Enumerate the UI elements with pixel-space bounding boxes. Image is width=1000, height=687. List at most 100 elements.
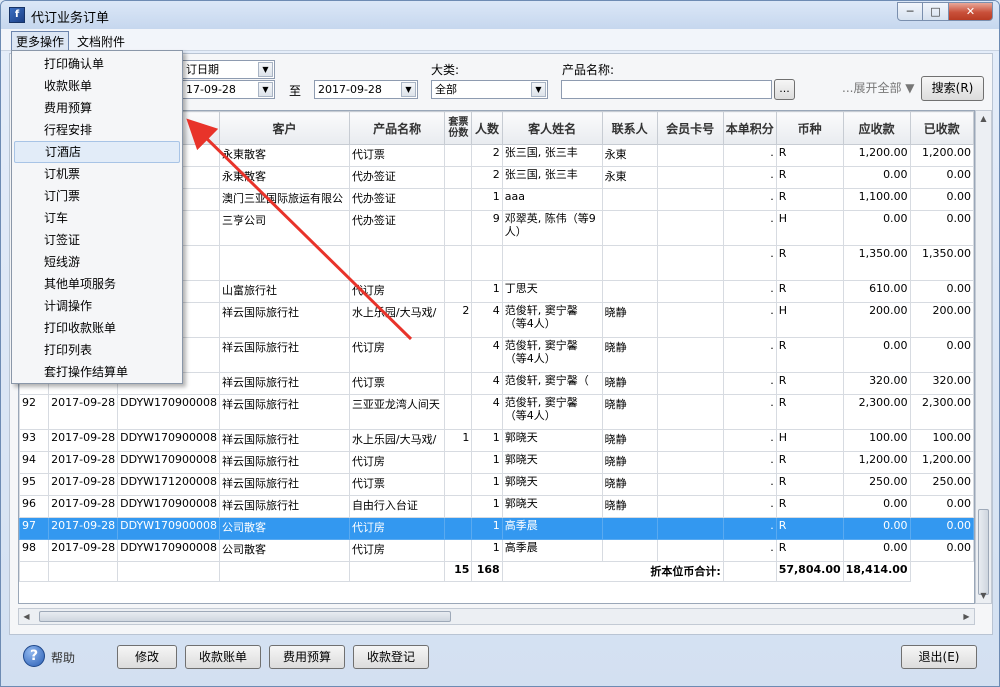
cell-due: 1,200.00 [842, 144, 911, 167]
menu-more-operations[interactable]: 更多操作 [11, 31, 70, 52]
col-header-sets[interactable]: 套票份数 [444, 111, 473, 145]
menu-item[interactable]: 订车 [12, 207, 182, 229]
date-type-select[interactable]: 订日期 ▼ [182, 60, 275, 79]
horizontal-scroll-thumb[interactable] [39, 611, 451, 622]
date-to-picker[interactable]: 2017-09-28 ▼ [314, 80, 418, 99]
search-button[interactable]: 搜索(R) [921, 76, 984, 101]
menu-item[interactable]: 订酒店 [14, 141, 180, 163]
col-header-customer[interactable]: 客户 [219, 111, 350, 145]
receipt-bill-button[interactable]: 收款账单 [185, 645, 261, 669]
menu-item[interactable]: 订门票 [12, 185, 182, 207]
bottom-toolbar: ? 帮助 修改 收款账单 费用预算 收款登记 退出(E) [1, 637, 999, 686]
vertical-scrollbar[interactable]: ▲ ▼ [975, 110, 992, 604]
col-header-product[interactable]: 产品名称 [348, 111, 446, 145]
col-header-due[interactable]: 应收款 [842, 111, 911, 145]
edit-button[interactable]: 修改 [117, 645, 177, 669]
col-header-points[interactable]: 本单积分 [722, 111, 777, 145]
cost-budget-button[interactable]: 费用预算 [269, 645, 345, 669]
cell-currency: R [775, 166, 844, 189]
cell-sets [444, 280, 473, 303]
horizontal-scrollbar[interactable]: ◀ ▶ [18, 608, 975, 625]
col-header-people[interactable]: 人数 [471, 111, 503, 145]
vertical-scroll-thumb[interactable] [978, 509, 989, 595]
cell-contact: 晓静 [601, 495, 658, 518]
menu-item[interactable]: 费用预算 [12, 97, 182, 119]
cell-points: . [722, 429, 777, 452]
cell-order-no: DDYW170900008 [117, 539, 221, 562]
col-header-guests[interactable]: 客人姓名 [501, 111, 603, 145]
menu-item[interactable]: 套打操作结算单 [12, 361, 182, 383]
table-row[interactable]: 98 2017-09-28 DDYW170900008 公司散客 代订房 1 高季晨. R 0.… [19, 539, 974, 562]
product-name-label: 产品名称: [562, 63, 615, 77]
close-button[interactable]: ✕ [949, 2, 993, 21]
cell-guests: 高季晨 [501, 517, 603, 540]
date-from-picker[interactable]: 17-09-28 ▼ [182, 80, 275, 99]
cell-product: 代办签证 [348, 210, 446, 246]
table-row[interactable]: 92 2017-09-28 DDYW170900008 祥云国际旅行社 三亚亚龙湾人间天… [19, 394, 974, 430]
cell-member-card [656, 245, 724, 281]
cell-product: 代办签证 [348, 166, 446, 189]
cell-product: 代订房 [348, 539, 446, 562]
help-label[interactable]: 帮助 [51, 649, 75, 666]
title-bar[interactable]: f 代订业务订单 ─ □ ✕ [1, 1, 999, 29]
col-header-member-card[interactable]: 会员卡号 [656, 111, 724, 145]
product-name-input[interactable] [561, 80, 772, 99]
help-icon[interactable]: ? [23, 645, 45, 667]
cell-points: . [722, 372, 777, 395]
cell-sets [444, 188, 473, 211]
totals-sets: 15 [444, 561, 473, 582]
expand-all-link[interactable]: ...展开全部 ▼ [842, 79, 915, 96]
col-header-contact[interactable]: 联系人 [601, 111, 658, 145]
category-select[interactable]: 全部 ▼ [431, 80, 548, 99]
cell-received: 320.00 [909, 372, 974, 395]
table-row[interactable]: 96 2017-09-28 DDYW170900008 祥云国际旅行社 自由行入台证 1 郭… [19, 495, 974, 518]
menu-item[interactable]: 打印列表 [12, 339, 182, 361]
cell-people: 4 [471, 394, 503, 430]
browse-product-button[interactable]: ... [774, 79, 795, 100]
cell-product: 水上乐园/大马戏/ [348, 302, 446, 338]
col-header-currency[interactable]: 币种 [775, 111, 844, 145]
cell-due: 0.00 [842, 166, 911, 189]
exit-button[interactable]: 退出(E) [901, 645, 977, 669]
cell-contact: 晓静 [601, 372, 658, 395]
cell-sets: 2 [444, 302, 473, 338]
table-row[interactable]: 97 2017-09-28 DDYW170900008 公司散客 代订房 1 高季晨. R 0.… [19, 517, 974, 540]
minimize-button[interactable]: ─ [897, 2, 923, 21]
cell-member-card [656, 372, 724, 395]
cell-product [348, 245, 446, 281]
menu-item[interactable]: 打印确认单 [12, 53, 182, 75]
scroll-left-icon[interactable]: ◀ [19, 609, 34, 624]
cell-contact: 晓静 [601, 429, 658, 452]
menu-item[interactable]: 其他单项服务 [12, 273, 182, 295]
cell-guests: 高季晨 [501, 539, 603, 562]
cell-received: 1,200.00 [909, 451, 974, 474]
cell-no: 98 [19, 539, 50, 562]
maximize-button[interactable]: □ [923, 2, 949, 21]
payment-register-button[interactable]: 收款登记 [353, 645, 429, 669]
menu-item[interactable]: 收款账单 [12, 75, 182, 97]
cell-guests: 范俊轩, 窦宁馨（等4人） [501, 394, 603, 430]
chevron-down-icon: ▼ [531, 82, 546, 97]
menu-item[interactable]: 打印收款账单 [12, 317, 182, 339]
totals-label: 折本位币合计: [501, 561, 724, 582]
cell-received: 0.00 [909, 337, 974, 373]
scroll-up-icon[interactable]: ▲ [976, 111, 991, 126]
col-header-received[interactable]: 已收款 [909, 111, 974, 145]
menu-attachments[interactable]: 文档附件 [73, 32, 129, 51]
cell-no: 94 [19, 451, 50, 474]
menu-item[interactable]: 行程安排 [12, 119, 182, 141]
table-row[interactable]: 93 2017-09-28 DDYW170900008 祥云国际旅行社 水上乐园/大马戏… [19, 429, 974, 452]
menu-item[interactable]: 订签证 [12, 229, 182, 251]
menu-item[interactable]: 订机票 [12, 163, 182, 185]
date-to-value: 2017-09-28 [318, 83, 382, 96]
table-row[interactable]: 94 2017-09-28 DDYW170900008 祥云国际旅行社 代订房 1 郭晓天晓… [19, 451, 974, 474]
menu-item[interactable]: 短线游 [12, 251, 182, 273]
cell-contact: 晓静 [601, 451, 658, 474]
cell-currency: R [775, 280, 844, 303]
scroll-down-icon[interactable]: ▼ [976, 588, 991, 603]
menu-item[interactable]: 计调操作 [12, 295, 182, 317]
scroll-right-icon[interactable]: ▶ [959, 609, 974, 624]
table-row[interactable]: 95 2017-09-28 DDYW171200008 祥云国际旅行社 代订票 1 郭晓天晓… [19, 473, 974, 496]
cell-people: 2 [471, 166, 503, 189]
cell-customer: 祥云国际旅行社 [219, 451, 350, 474]
